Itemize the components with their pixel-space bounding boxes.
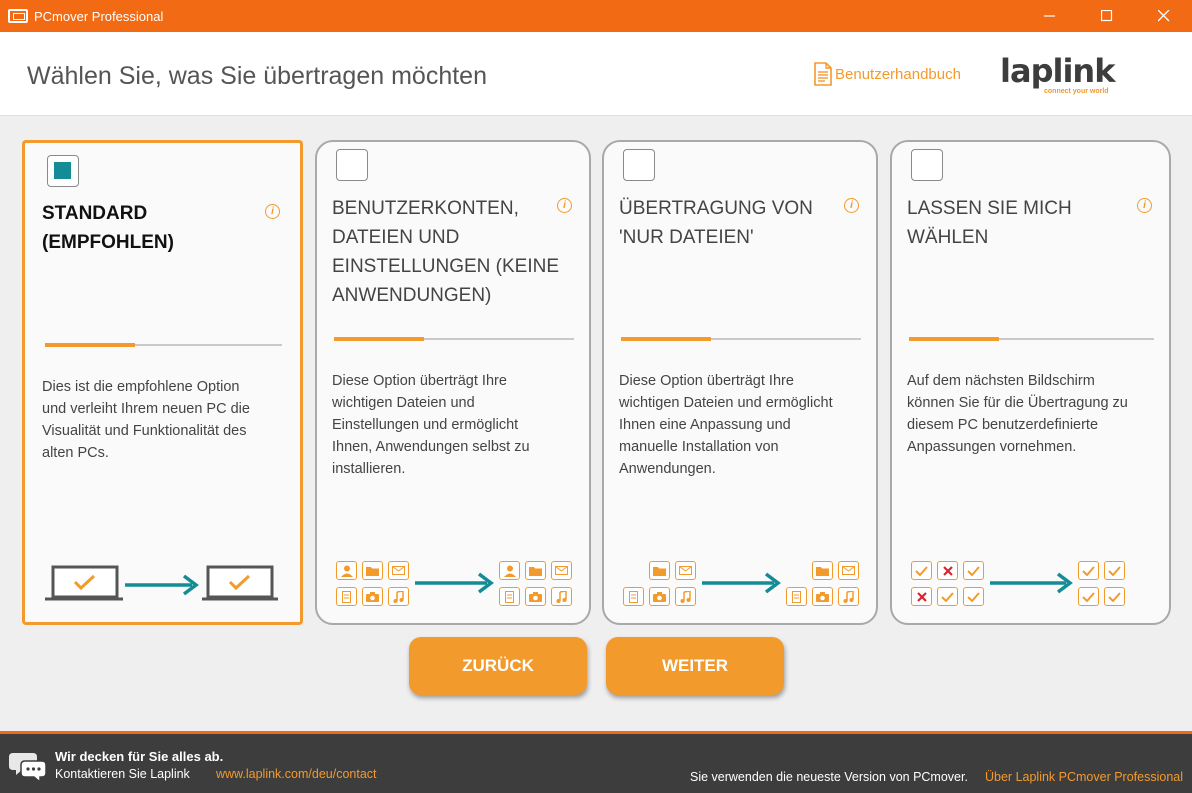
header: Wählen Sie, was Sie übertragen möchten B… [0, 32, 1192, 116]
maximize-icon [1100, 10, 1112, 22]
folder-icon [525, 561, 546, 580]
option-card-files-only[interactable]: ÜBERTRAGUNG VON 'NUR DATEIEN' i Diese Opt… [602, 140, 878, 625]
page-title: Wählen Sie, was Sie übertragen möchten [27, 62, 487, 90]
laptop-icon [202, 565, 278, 601]
document-icon [623, 587, 644, 606]
option-divider [909, 337, 1154, 341]
mail-icon [675, 561, 696, 580]
laplink-logo: laplink connect your world [1000, 52, 1130, 102]
footer: Wir decken für Sie alles ab. Kontaktiere… [0, 734, 1192, 793]
option-description-files-only: Diese Option überträgt Ihre wichtigen Dat… [619, 373, 833, 477]
music-icon [388, 587, 409, 606]
user-manual-label: Benutzerhandbuch [835, 65, 961, 83]
folder-icon [649, 561, 670, 580]
back-button[interactable]: ZURÜCK [409, 637, 587, 695]
user-manual-link[interactable]: Benutzerhandbuch [813, 62, 961, 86]
footer-cover-text: Wir decken für Sie alles ab. [55, 749, 224, 764]
music-icon [675, 587, 696, 606]
option-checkbox-let-me-choose[interactable] [911, 149, 943, 181]
laptop-icon [45, 565, 123, 601]
document-icon [814, 62, 832, 86]
close-button[interactable] [1135, 0, 1192, 32]
check-icon [1078, 561, 1099, 580]
arrow-right-icon [702, 572, 781, 594]
next-button[interactable]: WEITER [606, 637, 784, 695]
folder-icon [362, 561, 383, 580]
window-controls [1021, 0, 1192, 32]
music-icon [551, 587, 572, 606]
info-icon[interactable]: i [265, 204, 280, 219]
option-checkbox-files-only[interactable] [623, 149, 655, 181]
music-icon [838, 587, 859, 606]
version-status: Sie verwenden die neueste Version von PC… [690, 770, 968, 784]
camera-icon [362, 587, 383, 606]
minimize-icon [1043, 15, 1055, 17]
option-description-standard: Dies ist die empfohlene Option und verlei… [42, 379, 250, 461]
check-icon [1104, 561, 1125, 580]
laptop-transfer-illustration [45, 565, 278, 601]
option-title-files-only: ÜBERTRAGUNG VON 'NUR DATEIEN' [619, 198, 813, 248]
user-icon [499, 561, 520, 580]
camera-icon [525, 587, 546, 606]
close-icon [1157, 10, 1169, 22]
chat-icon [9, 753, 47, 783]
user-icon [336, 561, 357, 580]
camera-icon [812, 587, 833, 606]
document-icon [499, 587, 520, 606]
about-link[interactable]: Über Laplink PCmover Professional [985, 770, 1183, 784]
logo-tagline: connect your world [1044, 88, 1109, 95]
arrow-right-icon [415, 572, 494, 594]
folder-icon [812, 561, 833, 580]
document-icon [786, 587, 807, 606]
option-divider [334, 337, 574, 341]
footer-contact-label: Kontaktieren Sie Laplink [55, 767, 190, 781]
option-title-let-me-choose: LASSEN SIE MICH WÄHLEN [907, 198, 1072, 248]
document-icon [336, 587, 357, 606]
title-bar: PCmover Professional [0, 0, 1192, 32]
window-title: PCmover Professional [34, 8, 164, 24]
option-checkbox-standard[interactable] [47, 155, 79, 187]
info-icon[interactable]: i [1137, 198, 1152, 213]
option-card-accounts-files-settings[interactable]: BENUTZERKONTEN, DATEIEN UND EINSTELLUNGEN … [315, 140, 591, 625]
maximize-button[interactable] [1078, 0, 1135, 32]
check-icon [1104, 587, 1125, 606]
mail-icon [838, 561, 859, 580]
check-icon [911, 561, 932, 580]
option-divider [45, 343, 282, 347]
check-icon [963, 561, 984, 580]
check-icon [937, 587, 958, 606]
check-icon [1078, 587, 1099, 606]
option-description-let-me-choose: Auf dem nächsten Bildschirm können Sie fü… [907, 373, 1128, 455]
option-title-standard: STANDARD (EMPFOHLEN) [42, 203, 174, 253]
option-description-accounts: Diese Option überträgt Ihre wichtigen Dat… [332, 373, 530, 477]
camera-icon [649, 587, 670, 606]
arrow-right-icon [990, 572, 1073, 594]
arrow-right-icon [125, 574, 199, 596]
option-checkbox-accounts[interactable] [336, 149, 368, 181]
info-icon[interactable]: i [557, 198, 572, 213]
option-card-standard[interactable]: STANDARD (EMPFOHLEN) i Dies ist die empfo… [22, 140, 303, 625]
info-icon[interactable]: i [844, 198, 859, 213]
check-icon [963, 587, 984, 606]
app-icon [8, 9, 28, 23]
mail-icon [551, 561, 572, 580]
option-title-accounts: BENUTZERKONTEN, DATEIEN UND EINSTELLUNGEN … [332, 198, 559, 306]
minimize-button[interactable] [1021, 0, 1078, 32]
contact-link[interactable]: www.laplink.com/deu/contact [216, 767, 377, 781]
mail-icon [388, 561, 409, 580]
option-divider [621, 337, 861, 341]
cross-icon [911, 587, 932, 606]
logo-wordmark: laplink [1000, 52, 1115, 90]
cross-icon [937, 561, 958, 580]
option-card-let-me-choose[interactable]: LASSEN SIE MICH WÄHLEN i Auf dem nächsten… [890, 140, 1171, 625]
